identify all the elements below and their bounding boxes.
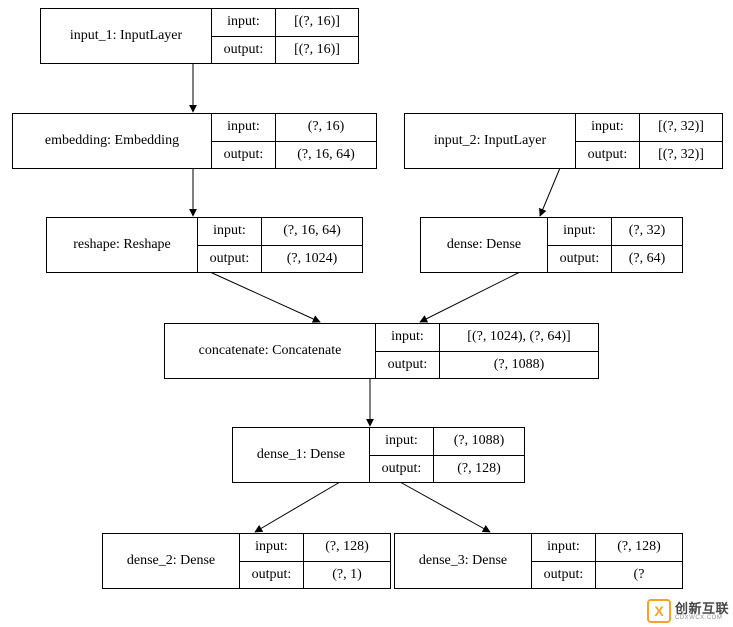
output-label: output: — [548, 246, 612, 273]
output-label: output: — [532, 562, 596, 589]
output-value: (?, 16, 64) — [276, 142, 376, 169]
output-value: [(?, 32)] — [640, 142, 722, 169]
output-label: output: — [370, 456, 434, 483]
layer-name: concatenate: Concatenate — [165, 324, 376, 378]
output-value: (?, 64) — [612, 246, 682, 273]
watermark-sub: CDXWCX.COM — [675, 615, 729, 621]
output-label: output: — [376, 352, 440, 379]
layer-name: reshape: Reshape — [47, 218, 198, 272]
layer-name: input_2: InputLayer — [405, 114, 576, 168]
node-input-1: input_1: InputLayer input: [(?, 16)] out… — [40, 8, 359, 64]
watermark: X 创新互联 CDXWCX.COM — [647, 599, 729, 623]
input-value: [(?, 32)] — [640, 114, 722, 141]
output-value: (? — [596, 562, 682, 589]
output-label: output: — [212, 37, 276, 64]
input-label: input: — [376, 324, 440, 351]
node-dense: dense: Dense input: (?, 32) output: (?, … — [420, 217, 683, 273]
layer-name: embedding: Embedding — [13, 114, 212, 168]
output-label: output: — [240, 562, 304, 589]
node-dense-2: dense_2: Dense input: (?, 128) output: (… — [102, 533, 391, 589]
input-label: input: — [198, 218, 262, 245]
layer-name: dense_3: Dense — [395, 534, 532, 588]
input-label: input: — [370, 428, 434, 455]
input-value: [(?, 1024), (?, 64)] — [440, 324, 598, 351]
output-value: [(?, 16)] — [276, 37, 358, 64]
output-label: output: — [212, 142, 276, 169]
output-value: (?, 128) — [434, 456, 524, 483]
output-value: (?, 1088) — [440, 352, 598, 379]
node-dense-3: dense_3: Dense input: (?, 128) output: (… — [394, 533, 683, 589]
watermark-main: 创新互联 — [675, 602, 729, 615]
output-value: (?, 1024) — [262, 246, 362, 273]
input-label: input: — [532, 534, 596, 561]
input-value: [(?, 16)] — [276, 9, 358, 36]
node-reshape: reshape: Reshape input: (?, 16, 64) outp… — [46, 217, 363, 273]
input-label: input: — [240, 534, 304, 561]
input-label: input: — [212, 114, 276, 141]
input-value: (?, 16) — [276, 114, 376, 141]
input-value: (?, 16, 64) — [262, 218, 362, 245]
layer-name: input_1: InputLayer — [41, 9, 212, 63]
input-label: input: — [576, 114, 640, 141]
layer-name: dense_1: Dense — [233, 428, 370, 482]
input-value: (?, 128) — [596, 534, 682, 561]
input-label: input: — [212, 9, 276, 36]
node-input-2: input_2: InputLayer input: [(?, 32)] out… — [404, 113, 723, 169]
output-label: output: — [576, 142, 640, 169]
input-value: (?, 1088) — [434, 428, 524, 455]
watermark-icon: X — [647, 599, 671, 623]
output-label: output: — [198, 246, 262, 273]
layer-name: dense_2: Dense — [103, 534, 240, 588]
layer-name: dense: Dense — [421, 218, 548, 272]
input-value: (?, 32) — [612, 218, 682, 245]
node-embedding: embedding: Embedding input: (?, 16) outp… — [12, 113, 377, 169]
node-concatenate: concatenate: Concatenate input: [(?, 102… — [164, 323, 599, 379]
input-label: input: — [548, 218, 612, 245]
input-value: (?, 128) — [304, 534, 390, 561]
node-dense-1: dense_1: Dense input: (?, 1088) output: … — [232, 427, 525, 483]
output-value: (?, 1) — [304, 562, 390, 589]
